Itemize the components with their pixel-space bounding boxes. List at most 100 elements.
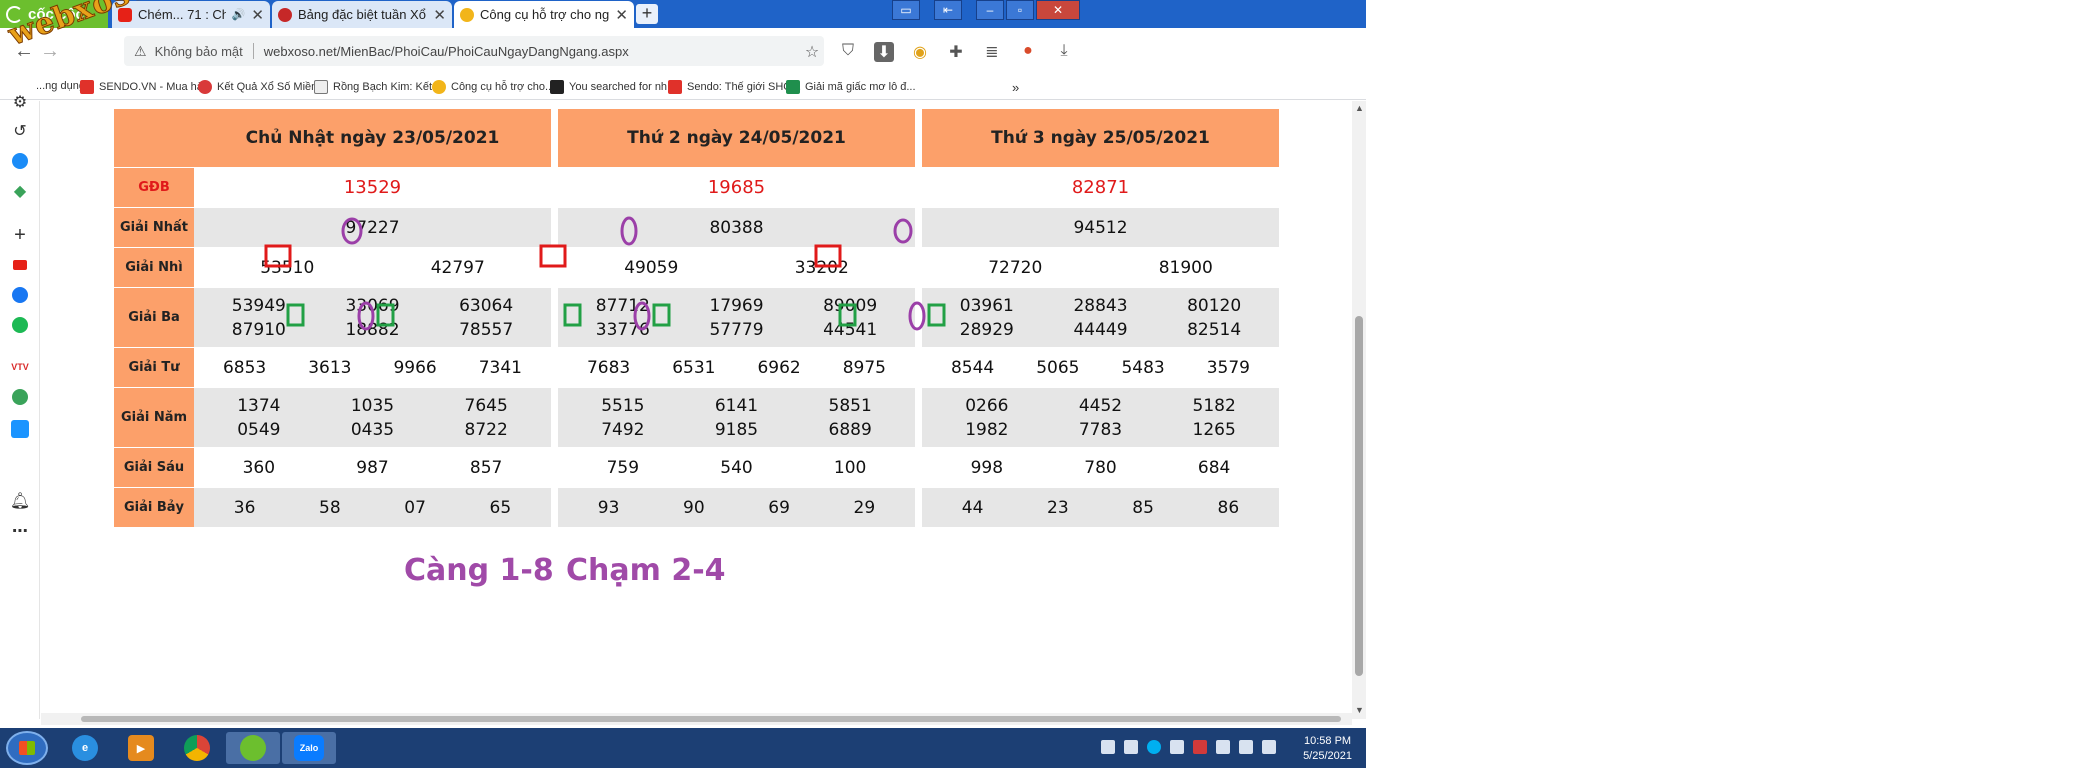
reading-list-icon[interactable]: ≣: [982, 42, 1002, 62]
facebook-icon[interactable]: [10, 285, 30, 305]
prize-number: 5182: [1192, 395, 1236, 416]
bookmark-rong-bach-kim[interactable]: Rồng Bạch Kim: Kết...: [314, 80, 441, 94]
history-icon[interactable]: ↺: [10, 121, 30, 141]
bookmark-sendo-shop[interactable]: Sendo: Thế giới SHO...: [668, 80, 801, 94]
tab-close-icon[interactable]: ✕: [251, 6, 264, 24]
add-icon[interactable]: +: [10, 224, 30, 246]
bookmark-searched[interactable]: You searched for nh...: [550, 80, 676, 94]
prize-number: 80120: [1187, 295, 1242, 316]
flag-icon[interactable]: [1216, 740, 1230, 754]
tiki-icon[interactable]: [10, 419, 30, 439]
scroll-down-icon[interactable]: ▼: [1355, 705, 1364, 715]
bookmark-cong-cu[interactable]: Công cụ hỗ trợ cho...: [432, 80, 554, 94]
sidebar-toggle-button[interactable]: ▭: [892, 0, 920, 20]
volume-icon[interactable]: [1262, 740, 1276, 754]
tab-close-icon[interactable]: ✕: [615, 6, 628, 24]
prize-row-nhi: Giải Nhì 53510 42797 49059 33202 72720 8190…: [114, 247, 1279, 287]
tab-cong-cu[interactable]: Công cụ hỗ trợ cho người ch ✕: [454, 1, 634, 28]
bookmark-label: Kết Quả Xổ Số Miền...: [217, 81, 327, 93]
taskbar-app-chrome[interactable]: [170, 732, 224, 764]
back-window-button[interactable]: ⇤: [934, 0, 962, 20]
prize-number: 6531: [672, 357, 716, 378]
start-button[interactable]: [6, 731, 48, 765]
maximize-button[interactable]: ▫: [1006, 0, 1034, 20]
scroll-up-icon[interactable]: ▲: [1355, 103, 1364, 113]
url-text: webxoso.net/MienBac/PhoiCau/PhoiCauNgayD…: [263, 43, 629, 59]
taskbar-app-media[interactable]: ▶: [114, 732, 168, 764]
profile-avatar-icon[interactable]: ●: [1018, 42, 1038, 62]
bookmark-label: You searched for nh...: [569, 81, 677, 93]
bookmark-ket-qua[interactable]: Kết Quả Xổ Số Miền...: [198, 80, 326, 94]
prize-number: 57779: [709, 319, 764, 340]
prize-number: 90: [683, 497, 705, 518]
speaker-icon[interactable]: 🔊: [232, 8, 246, 21]
scroll-thumb[interactable]: [81, 716, 1341, 722]
youtube-icon[interactable]: [10, 255, 30, 275]
system-clock[interactable]: 10:58 PM 5/25/2021: [1303, 734, 1352, 764]
keyboard-icon[interactable]: [1124, 740, 1138, 754]
game-controller-icon[interactable]: ◆: [10, 181, 30, 201]
prize-label: GĐB: [114, 167, 194, 207]
messenger-icon[interactable]: [10, 151, 30, 171]
horizontal-scrollbar[interactable]: [41, 713, 1352, 725]
tab-close-icon[interactable]: ✕: [433, 6, 446, 24]
prize-number: 53510: [260, 257, 315, 278]
bookmark-label: SENDO.VN - Mua hà...: [99, 81, 213, 93]
taskbar-app-ie[interactable]: e: [58, 732, 112, 764]
star-icon[interactable]: ☆: [802, 42, 822, 62]
download-icon[interactable]: ⤓: [1054, 42, 1074, 62]
prize-number: 65: [489, 497, 512, 518]
taskbar-app-zalo[interactable]: Zalo: [282, 732, 336, 764]
prize-number: 58: [319, 497, 341, 518]
bell-icon[interactable]: 🔔︎: [10, 491, 30, 511]
prize-number: 6141: [714, 395, 759, 416]
location-icon[interactable]: [10, 387, 30, 407]
prize-row-nhat: Giải Nhất 97227 80388 94512: [114, 207, 1279, 247]
coccoc-extension-icon[interactable]: ◉: [910, 42, 930, 62]
coccoc-icon: [240, 735, 266, 761]
monitor-icon[interactable]: [1239, 740, 1253, 754]
prize-number: 33069: [345, 295, 400, 316]
address-bar[interactable]: ⚠ Không bảo mật webxoso.net/MienBac/Phoi…: [124, 36, 824, 66]
download-page-icon[interactable]: ⬇: [874, 42, 894, 62]
bookmarks-more-button[interactable]: »: [1012, 80, 1019, 95]
more-icon[interactable]: ⋯: [10, 521, 30, 541]
vertical-scrollbar[interactable]: ▲ ▼: [1352, 101, 1366, 719]
rbk-icon: [314, 80, 328, 94]
bookmark-apps[interactable]: ...ng dụng: [36, 80, 85, 92]
prize-label: Giải Tư: [114, 347, 194, 387]
vtv-icon[interactable]: VTV: [10, 357, 30, 377]
puzzle-icon[interactable]: ✚: [946, 42, 966, 62]
bookmark-sendo[interactable]: SENDO.VN - Mua hà...: [80, 80, 212, 94]
shield-icon[interactable]: ⛉: [838, 42, 858, 62]
forward-arrow-icon[interactable]: →: [40, 40, 60, 63]
zalo-icon: Zalo: [294, 735, 324, 761]
new-tab-button[interactable]: +: [636, 4, 658, 24]
scroll-thumb[interactable]: [1355, 316, 1363, 676]
close-window-button[interactable]: ✕: [1036, 0, 1080, 20]
taskbar-app-coccoc[interactable]: [226, 732, 280, 764]
prize-number: 360: [242, 457, 276, 478]
prize-number: 1982: [965, 419, 1009, 440]
tab-bang-dac-biet[interactable]: Bảng đặc biệt tuần Xổ Số Tru ✕: [272, 1, 452, 28]
prize-label: Giải Nhì: [114, 247, 194, 287]
prize-number: 97227: [194, 207, 551, 247]
prize-number: 28929: [959, 319, 1014, 340]
tab-label: Chém... 71 : Chia sẻ cầu: [138, 7, 226, 22]
minimize-button[interactable]: –: [976, 0, 1004, 20]
prize-number: 81900: [1158, 257, 1213, 278]
network-icon[interactable]: [1101, 740, 1115, 754]
spotify-icon[interactable]: [10, 315, 30, 335]
prize-number: 03961: [959, 295, 1014, 316]
skype-icon[interactable]: [1147, 740, 1161, 754]
bookmark-giai-ma[interactable]: Giải mã giấc mơ lô đ...: [786, 80, 916, 94]
chrome-icon: [184, 735, 210, 761]
prize-number: 49059: [624, 257, 679, 278]
prize-number: 7492: [601, 419, 645, 440]
caption-cham: Chạm 2-4: [566, 553, 726, 588]
prize-number: 87910: [231, 319, 286, 340]
prize-number: 7645: [464, 395, 508, 416]
vpn-icon[interactable]: [1193, 740, 1207, 754]
gear-icon[interactable]: ⚙: [10, 92, 30, 112]
security-icon[interactable]: [1170, 740, 1184, 754]
